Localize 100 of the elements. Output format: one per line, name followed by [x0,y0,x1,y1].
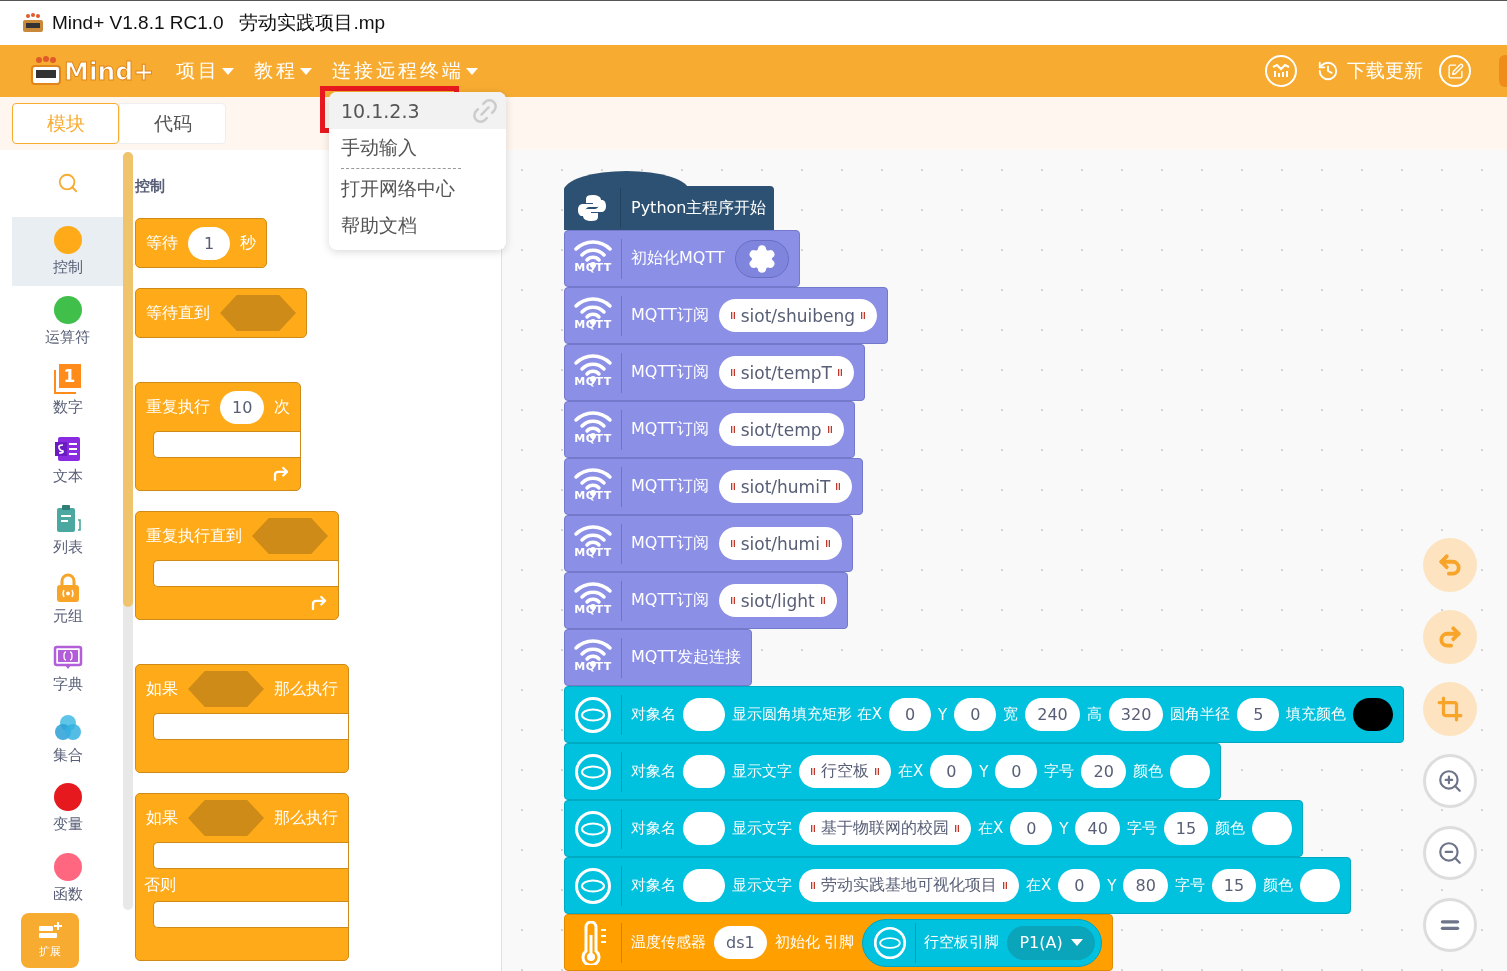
chart-button[interactable] [1265,55,1297,87]
display-block[interactable]: 对象名 显示文字 基于物联网的校园 在X 0 Y 40 字号 15 颜色 [564,800,1304,857]
value-field[interactable]: 0 [1010,812,1053,845]
menu-item[interactable]: 10.1.2.3 [329,92,506,129]
loop-arrow-icon [272,465,291,483]
window-title: Mind+ V1.8.1 RC1.0 劳动实践项目.mp [52,11,386,35]
input-field[interactable] [683,698,725,731]
menu-item[interactable]: 打开网络中心 [329,170,506,207]
loop-block[interactable]: 重复执行 10 次 [135,382,302,491]
block-label: Y [1107,876,1117,895]
inner-slot[interactable] [153,431,301,458]
field-text: siot/shuibeng [740,305,855,326]
block-label: Y [1059,819,1069,838]
text-field[interactable]: 基于物联网的校园 [799,812,971,845]
document-icon [53,434,82,463]
block-label: 高 [1086,705,1102,724]
display-icon [574,752,612,791]
caret-icon [300,67,313,75]
menu-item[interactable]: 手动输入 [329,129,506,166]
gear-icon [746,243,777,274]
block-label: 宽 [1003,705,1019,724]
value-field[interactable]: 0 [1058,869,1101,902]
value-field[interactable]: 15 [1211,869,1257,902]
edge-button[interactable] [1499,55,1507,87]
text-field[interactable]: siot/shuibeng [718,299,877,332]
value-field[interactable]: 1 [188,226,230,260]
display-block[interactable]: 对象名 显示文字 劳动实践基地可视化项目 在X 0 Y 80 字号 15 颜色 [564,857,1352,914]
block-label: 在X [978,819,1004,838]
mode-tab[interactable]: 代码 [119,103,226,144]
value-field[interactable]: 5 [1237,698,1280,731]
code-block[interactable]: 等待 1 秒 [135,218,267,268]
zoom-in-icon [1437,768,1463,794]
block-label: 对象名 [631,762,676,781]
crop-icon [1437,696,1463,722]
block-label: 等待 [146,232,178,254]
zoom-in-button[interactable] [1423,754,1477,808]
inner-slot[interactable] [153,713,348,740]
value-field[interactable]: 10 [220,390,265,424]
block-label: 颜色 [1263,876,1294,895]
crop-button[interactable] [1423,682,1477,736]
value-field[interactable]: 40 [1075,812,1120,845]
color-swatch[interactable] [1353,698,1394,731]
block-label: 秒 [240,232,256,254]
color-swatch[interactable] [1300,869,1341,902]
color-swatch[interactable] [1252,812,1293,845]
display-icon [873,925,908,960]
block-label: Y [979,762,989,781]
text-field[interactable]: siot/light [718,584,837,617]
block-label: 显示文字 [732,876,792,895]
block-label: 字号 [1126,819,1157,838]
python-icon [577,193,607,223]
book-icon [52,644,83,671]
value-field[interactable]: 15 [1163,812,1209,845]
display-block[interactable]: 对象名 显示圆角填充矩形 在X 0 Y 0 宽 240 高 320 圆角半径 5 填充颜色 [564,686,1405,743]
settings-button[interactable] [734,239,789,278]
display-block[interactable]: 对象名 显示文字 行空板 在X 0 Y 0 字号 20 颜色 [564,743,1221,800]
robot-icon [22,13,44,33]
logo-text: Mind+ [64,56,155,86]
value-field[interactable]: 0 [954,698,997,731]
quote-icon [730,369,735,376]
edit-button[interactable] [1439,55,1471,87]
input-field[interactable] [683,755,725,788]
value-field[interactable]: 0 [930,755,973,788]
block-label: 如果 [146,807,178,829]
block-label: MQTT订阅 [631,419,709,440]
text-field[interactable]: siot/humi [718,527,842,560]
block-label: 填充颜色 [1286,705,1347,724]
text-field[interactable]: siot/tempT [718,356,854,389]
chart-icon [1272,64,1290,78]
field-text: siot/temp [740,419,822,440]
value-field[interactable]: ds1 [714,926,767,959]
value-field[interactable]: 20 [1081,755,1126,788]
value-field[interactable]: 0 [995,755,1038,788]
inner-slot[interactable] [153,842,348,869]
undo-button[interactable] [1423,538,1477,592]
menu-item[interactable]: 帮助文档 [329,207,506,244]
block-label: MQTT订阅 [631,590,709,611]
text-field[interactable]: siot/temp [718,413,844,446]
input-field[interactable] [683,869,725,902]
value-field[interactable]: 0 [889,698,932,731]
inner-slot[interactable] [153,560,338,587]
input-field[interactable] [683,812,725,845]
sensor-block[interactable]: 温度传感器 ds1 初始化 引脚 行空板引脚 P1(A) [564,914,1113,971]
hat-label: Python主程序开始 [630,197,767,219]
category-item[interactable]: 控制 [12,216,123,287]
inner-slot[interactable] [153,901,348,928]
text-field[interactable]: 行空板 [799,755,891,788]
reset-zoom-button[interactable] [1423,898,1477,952]
field-text: 行空板 [821,761,869,782]
value-field[interactable]: 240 [1025,698,1080,731]
text-field[interactable]: siot/humiT [718,470,853,503]
quote-icon [955,825,959,832]
zoom-out-button[interactable] [1423,826,1477,880]
value-field[interactable]: 80 [1123,869,1168,902]
value-field[interactable]: 320 [1108,698,1164,731]
redo-button[interactable] [1423,610,1477,664]
block-label: 字号 [1044,762,1075,781]
color-swatch[interactable] [1169,755,1210,788]
text-field[interactable]: 劳动实践基地可视化项目 [799,869,1019,902]
scrollbar-thumb[interactable] [123,152,133,607]
